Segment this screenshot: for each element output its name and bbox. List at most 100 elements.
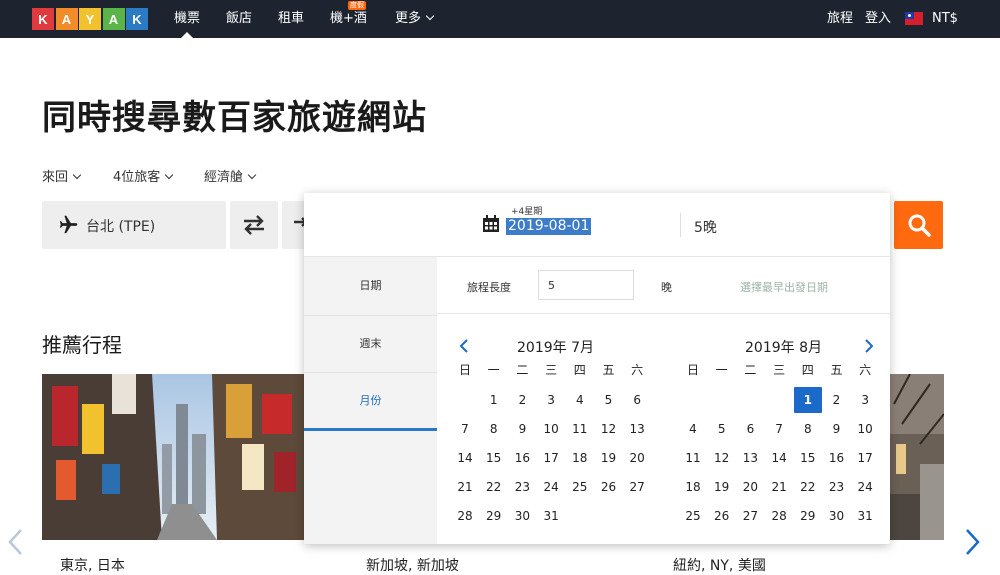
calendar-day[interactable]: 6	[625, 388, 649, 412]
calendar-day[interactable]: 18	[568, 446, 592, 470]
selected-date-input[interactable]: 2019-08-01	[506, 218, 592, 235]
active-tab-indicator	[304, 428, 437, 431]
calendar-day[interactable]: 27	[738, 504, 762, 528]
prev-month-icon[interactable]	[459, 339, 469, 353]
tab-dates[interactable]: 日期	[304, 277, 437, 293]
calendar-day[interactable]: 1	[482, 388, 506, 412]
nav-hotels[interactable]: 飯店	[226, 0, 252, 38]
newyork-card-label[interactable]: 紐約, NY, 美國	[673, 555, 766, 575]
calendar-day[interactable]: 10	[853, 417, 877, 441]
currency-selector[interactable]: NT$	[932, 0, 958, 38]
nav-packages[interactable]: 機+酒	[330, 0, 367, 38]
calendar-day[interactable]: 24	[853, 475, 877, 499]
calendar-day[interactable]: 30	[825, 504, 849, 528]
calendar-day[interactable]: 20	[738, 475, 762, 499]
calendar-day[interactable]: 2	[825, 388, 849, 412]
calendar-day[interactable]: 20	[625, 446, 649, 470]
calendar-day[interactable]: 2	[510, 388, 534, 412]
cabin-dropdown[interactable]: 經濟艙	[204, 166, 257, 185]
calendar-day[interactable]: 14	[767, 446, 791, 470]
calendar-day[interactable]: 31	[853, 504, 877, 528]
nav-login[interactable]: 登入	[865, 0, 891, 38]
nav-more[interactable]: 更多	[395, 0, 435, 38]
calendar-day[interactable]: 29	[796, 504, 820, 528]
origin-value: 台北 (TPE)	[86, 219, 156, 235]
calendar-day[interactable]: 25	[681, 504, 705, 528]
calendar-day[interactable]: 11	[568, 417, 592, 441]
chevron-down-icon	[72, 170, 82, 180]
calendar-day[interactable]: 6	[738, 417, 762, 441]
calendar-day[interactable]: 3	[539, 388, 563, 412]
calendar-day[interactable]: 17	[853, 446, 877, 470]
calendar-day[interactable]: 7	[767, 417, 791, 441]
calendar-day[interactable]: 28	[767, 504, 791, 528]
search-button[interactable]	[894, 201, 943, 249]
calendar-day[interactable]: 15	[796, 446, 820, 470]
calendar-day[interactable]: 16	[825, 446, 849, 470]
calendar-day[interactable]: 24	[539, 475, 563, 499]
calendar-day[interactable]: 5	[710, 417, 734, 441]
calendar-day[interactable]: 21	[767, 475, 791, 499]
nav-flights[interactable]: 機票	[174, 0, 200, 38]
calendar-day[interactable]: 3	[853, 388, 877, 412]
singapore-card-label[interactable]: 新加坡, 新加坡	[366, 555, 459, 575]
calendar-day[interactable]: 10	[539, 417, 563, 441]
calendar-day[interactable]: 18	[681, 475, 705, 499]
carousel-prev-icon[interactable]	[6, 528, 26, 556]
calendar-day[interactable]: 19	[710, 475, 734, 499]
calendar-day[interactable]: 7	[453, 417, 477, 441]
travelers-dropdown[interactable]: 4位旅客	[113, 166, 174, 185]
calendar-day[interactable]: 5	[597, 388, 621, 412]
calendar-day[interactable]: 12	[597, 417, 621, 441]
calendar-day[interactable]: 30	[510, 504, 534, 528]
calendar-day[interactable]: 11	[681, 446, 705, 470]
calendar-day[interactable]: 13	[738, 446, 762, 470]
calendar-day[interactable]: 9	[510, 417, 534, 441]
calendar-day[interactable]: 16	[510, 446, 534, 470]
selected-day[interactable]: 1	[793, 387, 822, 413]
calendar-day[interactable]: 23	[825, 475, 849, 499]
recommended-title: 推薦行程	[42, 333, 122, 357]
tokyo-street-image	[42, 374, 304, 540]
calendar-day[interactable]: 4	[681, 417, 705, 441]
calendar-day[interactable]: 17	[539, 446, 563, 470]
newyork-card-image[interactable]	[890, 374, 944, 540]
calendar-day[interactable]: 8	[796, 417, 820, 441]
calendar-day[interactable]: 21	[453, 475, 477, 499]
calendar-day[interactable]: 15	[482, 446, 506, 470]
carousel-next-icon[interactable]	[962, 528, 982, 556]
kayak-logo[interactable]: K A Y A K	[32, 8, 150, 30]
calendar-day[interactable]: 14	[453, 446, 477, 470]
weekday-header: 日	[458, 363, 471, 377]
trip-type-dropdown[interactable]: 來回	[42, 166, 82, 185]
calendar-day[interactable]: 27	[625, 475, 649, 499]
next-month-icon[interactable]	[864, 339, 874, 353]
tab-weekends[interactable]: 週末	[304, 335, 437, 351]
calendar-day[interactable]: 22	[482, 475, 506, 499]
calendar-day[interactable]: 28	[453, 504, 477, 528]
tokyo-card-label[interactable]: 東京, 日本	[60, 555, 125, 575]
calendar-day[interactable]: 12	[710, 446, 734, 470]
calendar-day[interactable]: 23	[510, 475, 534, 499]
calendar-day[interactable]: 29	[482, 504, 506, 528]
origin-field[interactable]: 台北 (TPE)	[42, 201, 226, 249]
nav-trips[interactable]: 旅程	[827, 0, 853, 38]
calendar-day[interactable]: 4	[568, 388, 592, 412]
calendar-day[interactable]: 25	[568, 475, 592, 499]
calendar-day[interactable]: 22	[796, 475, 820, 499]
calendar-day[interactable]: 26	[597, 475, 621, 499]
nights-field[interactable]: 5晚	[694, 217, 717, 237]
tab-months[interactable]: 月份	[304, 392, 437, 408]
calendar-day[interactable]: 26	[710, 504, 734, 528]
calendar-day[interactable]: 31	[539, 504, 563, 528]
swap-button[interactable]	[230, 201, 278, 249]
logo-letter: A	[102, 8, 125, 30]
trip-length-input[interactable]	[538, 270, 634, 300]
calendar-day[interactable]: 9	[825, 417, 849, 441]
taiwan-flag-icon[interactable]	[905, 12, 923, 25]
calendar-day[interactable]: 13	[625, 417, 649, 441]
calendar-day[interactable]: 8	[482, 417, 506, 441]
calendar-day[interactable]: 19	[597, 446, 621, 470]
nav-cars[interactable]: 租車	[278, 0, 304, 38]
tokyo-card-image[interactable]	[42, 374, 304, 540]
